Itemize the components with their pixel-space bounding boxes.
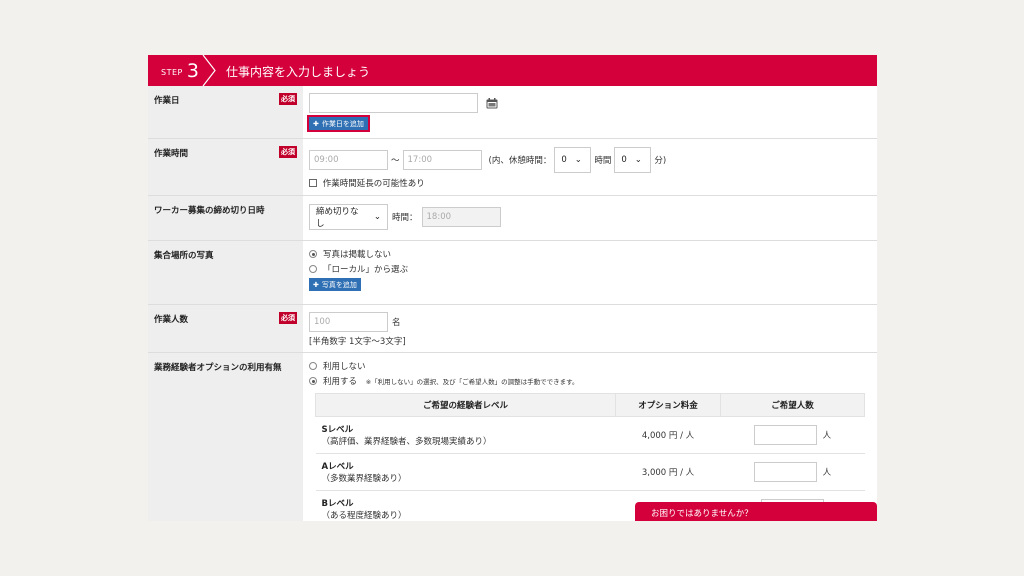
extension-label: 作業時間延長の可能性あり — [322, 179, 425, 189]
deadline-time-input[interactable]: 18:00 — [421, 207, 501, 227]
level-count-input[interactable] — [753, 425, 817, 445]
break-minutes-value: 0 — [621, 155, 627, 165]
level-name: Aレベル — [321, 462, 354, 472]
radio-selected[interactable] — [309, 377, 317, 385]
level-name: Sレベル — [321, 425, 354, 435]
add-work-date-label: 作業日を追加 — [321, 119, 364, 128]
photo-option-none[interactable]: 写真は掲載しない — [309, 248, 871, 260]
add-photo-label: 写真を追加 — [321, 280, 357, 289]
headcount-input[interactable]: 100 — [309, 312, 388, 332]
extension-checkbox[interactable] — [309, 179, 317, 187]
required-badge: 必須 — [279, 146, 297, 158]
col-header-price: オプション料金 — [615, 393, 721, 417]
level-count-unit: 人 — [822, 430, 832, 441]
col-header-level: ご希望の経験者レベル — [315, 393, 616, 417]
level-desc: （高評価、業界経験者、多数現場実績あり） — [321, 437, 492, 447]
row-work-time: 作業時間 必須 09:00 〜 17:00 (内、休憩時間： 0 ⌄ 時間 0 … — [148, 139, 877, 196]
level-name: Bレベル — [321, 499, 354, 509]
break-prefix: (内、休憩時間： — [488, 156, 552, 166]
level-price: 3,000 円 / 人 — [615, 453, 721, 491]
plus-icon: ✚ — [313, 280, 319, 289]
experienced-option-no[interactable]: 利用しない — [309, 360, 877, 372]
step-indicator: STEP 3 — [161, 55, 199, 86]
experienced-option-yes[interactable]: 利用する ※「利用しない」の選択、及び「ご希望人数」の調整は手動でできます。 — [309, 375, 877, 387]
step-title: 仕事内容を入力しましょう — [226, 65, 371, 79]
deadline-time-label: 時間： — [392, 213, 418, 223]
level-desc: （多数業界経験あり） — [321, 474, 407, 484]
deadline-select-value: 締め切りなし — [316, 207, 359, 229]
break-hours-value: 0 — [561, 155, 567, 165]
experienced-option-yes-label: 利用する — [323, 377, 358, 387]
row-experienced: 業務経験者オプションの利用有無 利用しない 利用する ※「利用しない」の選択、及… — [148, 353, 877, 521]
minutes-unit: 分) — [654, 156, 667, 166]
plus-icon: ✚ — [313, 119, 319, 128]
headcount-label: 作業人数 — [154, 315, 189, 325]
step-header: STEP 3 仕事内容を入力しましょう — [148, 55, 877, 86]
step-word: STEP — [161, 68, 183, 77]
row-photo: 集合場所の写真 写真は掲載しない 「ローカル」から選ぶ ✚ 写真を追加 — [148, 241, 877, 305]
work-date-label: 作業日 — [154, 96, 180, 106]
photo-option-local-label: 「ローカル」から選ぶ — [323, 265, 409, 275]
row-work-date: 作業日 必須 ✚ 作業日を追加 — [148, 86, 877, 139]
break-minutes-select[interactable]: 0 ⌄ — [614, 147, 652, 173]
required-badge: 必須 — [279, 93, 297, 105]
calendar-icon[interactable] — [486, 97, 498, 109]
required-badge: 必須 — [279, 312, 297, 324]
deadline-label: ワーカー募集の締め切り日時 — [154, 206, 265, 216]
chevron-down-icon: ⌄ — [574, 155, 582, 165]
work-date-label-cell: 作業日 必須 — [148, 86, 303, 138]
end-time-input[interactable]: 17:00 — [402, 150, 482, 170]
work-date-input[interactable] — [309, 93, 478, 113]
level-desc: （ある程度経験あり） — [321, 511, 407, 521]
table-row: Aレベル （多数業界経験あり） 3,000 円 / 人 人 — [315, 453, 865, 491]
help-chat-bar[interactable]: お困りではありませんか？ — [635, 502, 877, 521]
radio-selected[interactable] — [309, 250, 317, 258]
work-time-label-cell: 作業時間 必須 — [148, 139, 303, 195]
chevron-down-icon: ⌄ — [634, 155, 642, 165]
step-number: 3 — [186, 59, 199, 82]
col-header-count: ご希望人数 — [720, 393, 865, 417]
row-headcount: 作業人数 必須 100 名 [半角数字 1文字〜3文字] — [148, 305, 877, 353]
add-photo-button[interactable]: ✚ 写真を追加 — [309, 278, 361, 291]
work-time-label: 作業時間 — [154, 149, 189, 159]
time-range-tilde: 〜 — [391, 156, 400, 166]
hours-unit: 時間 — [594, 156, 612, 166]
start-time-input[interactable]: 09:00 — [309, 150, 388, 170]
level-count-input[interactable] — [753, 462, 817, 482]
headcount-label-cell: 作業人数 必須 — [148, 305, 303, 352]
table-row: Sレベル （高評価、業界経験者、多数現場実績あり） 4,000 円 / 人 人 — [315, 416, 865, 454]
headcount-unit: 名 — [392, 318, 401, 328]
headcount-hint: [半角数字 1文字〜3文字] — [309, 337, 406, 347]
radio-unselected[interactable] — [309, 265, 317, 273]
level-count-unit: 人 — [822, 467, 832, 478]
add-work-date-button[interactable]: ✚ 作業日を追加 — [307, 115, 370, 132]
photo-label-cell: 集合場所の写真 — [148, 241, 303, 304]
experienced-note: ※「利用しない」の選択、及び「ご希望人数」の調整は手動でできます。 — [365, 378, 579, 386]
experienced-label-cell: 業務経験者オプションの利用有無 — [148, 353, 303, 521]
chevron-down-icon: ⌄ — [373, 212, 381, 222]
deadline-select[interactable]: 締め切りなし ⌄ — [309, 204, 388, 230]
experienced-option-no-label: 利用しない — [323, 362, 366, 372]
photo-option-local[interactable]: 「ローカル」から選ぶ — [309, 263, 871, 275]
break-hours-select[interactable]: 0 ⌄ — [554, 147, 592, 173]
deadline-label-cell: ワーカー募集の締め切り日時 — [148, 196, 303, 240]
radio-unselected[interactable] — [309, 362, 317, 370]
photo-label: 集合場所の写真 — [154, 251, 214, 261]
form-frame: STEP 3 仕事内容を入力しましょう 作業日 必須 ✚ 作業日を追加 作業時間… — [148, 55, 877, 521]
experienced-label: 業務経験者オプションの利用有無 — [154, 363, 282, 373]
chevron-right-icon — [202, 55, 216, 86]
row-deadline: ワーカー募集の締め切り日時 締め切りなし ⌄ 時間： 18:00 — [148, 196, 877, 241]
level-price: 4,000 円 / 人 — [615, 416, 721, 454]
photo-option-none-label: 写真は掲載しない — [323, 250, 392, 260]
